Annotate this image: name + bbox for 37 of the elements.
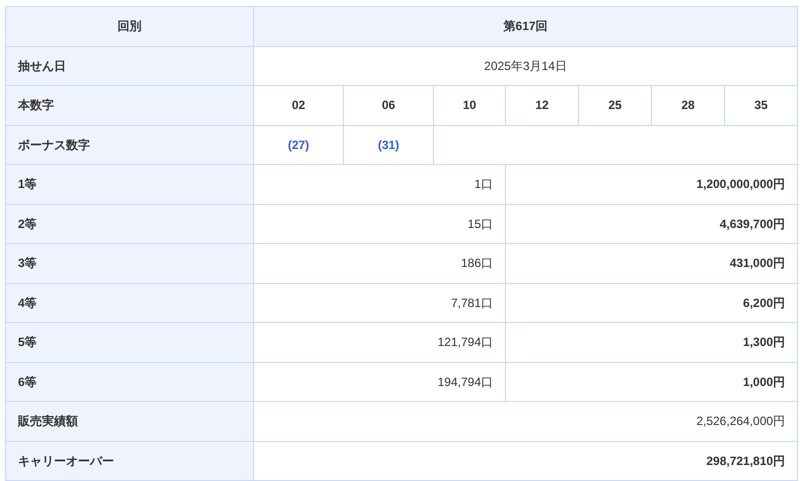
main-number: 35 <box>724 86 798 125</box>
prize-amount: 1,000円 <box>506 362 798 402</box>
prize-tier: 4等 <box>6 283 254 322</box>
row-label: キャリーオーバー <box>6 441 254 480</box>
row-label: 抽せん日 <box>6 46 254 86</box>
prize-amount: 1,300円 <box>506 322 798 362</box>
main-number: 25 <box>578 86 652 125</box>
main-number: 02 <box>254 86 344 125</box>
main-number: 28 <box>652 86 724 125</box>
bonus-number: (31) <box>344 125 434 164</box>
main-number: 06 <box>344 86 434 125</box>
prize-amount: 4,639,700円 <box>506 204 798 244</box>
main-number: 12 <box>506 86 578 125</box>
winner-count: 194,794口 <box>254 362 506 402</box>
winner-count: 186口 <box>254 244 506 283</box>
winner-count: 121,794口 <box>254 322 506 362</box>
prize-tier: 2等 <box>6 204 254 244</box>
header-label: 回別 <box>6 6 254 46</box>
bonus-number: (27) <box>254 125 344 164</box>
draw-number: 第617回 <box>254 6 798 46</box>
winner-count: 15口 <box>254 204 506 244</box>
prize-amount: 1,200,000,000円 <box>506 164 798 204</box>
main-number: 10 <box>434 86 506 125</box>
prize-tier: 3等 <box>6 244 254 283</box>
sales-amount: 2,526,264,000円 <box>254 402 798 441</box>
prize-amount: 6,200円 <box>506 283 798 322</box>
row-label: ボーナス数字 <box>6 125 254 164</box>
prize-tier: 5等 <box>6 322 254 362</box>
winner-count: 7,781口 <box>254 283 506 322</box>
prize-tier: 1等 <box>6 164 254 204</box>
winner-count: 1口 <box>254 164 506 204</box>
prize-amount: 431,000円 <box>506 244 798 283</box>
row-label: 本数字 <box>6 86 254 125</box>
row-label: 販売実績額 <box>6 402 254 441</box>
draw-date: 2025年3月14日 <box>254 46 798 86</box>
prize-tier: 6等 <box>6 362 254 402</box>
carryover-amount: 298,721,810円 <box>254 441 798 480</box>
